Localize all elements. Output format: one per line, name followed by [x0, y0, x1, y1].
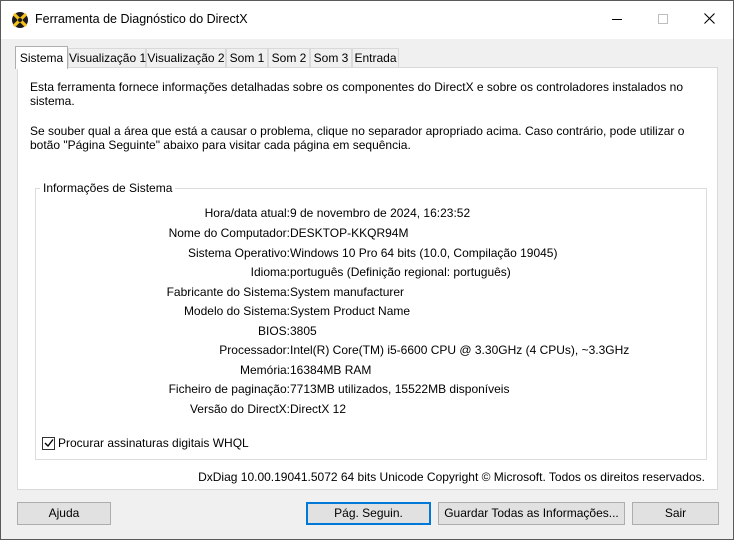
next-page-button[interactable]: Pág. Seguin.	[306, 502, 431, 525]
minimize-icon	[612, 13, 622, 27]
info-label: Fabricante do Sistema:	[166, 285, 290, 299]
copyright-text: DxDiag 10.00.19041.5072 64 bits Unicode …	[198, 470, 705, 484]
info-value: 16384MB RAM	[290, 363, 372, 377]
minimize-button[interactable]	[594, 1, 640, 39]
info-value: 3805	[290, 324, 317, 338]
info-row-computer-name: Nome do Computador: DESKTOP-KKQR94M	[36, 226, 708, 242]
tab-label: Som 2	[271, 51, 307, 65]
tab-label: Entrada	[354, 51, 397, 65]
info-value: Intel(R) Core(TM) i5-6600 CPU @ 3.30GHz …	[290, 343, 630, 357]
info-row-os: Sistema Operativo: Windows 10 Pro 64 bit…	[36, 246, 708, 262]
window-title: Ferramenta de Diagnóstico do DirectX	[35, 12, 248, 26]
whql-checkbox[interactable]	[42, 436, 55, 450]
info-label: Modelo do Sistema:	[183, 304, 290, 318]
info-row-pagefile: Ficheiro de paginação: 7713MB utilizados…	[36, 382, 708, 398]
info-row-memory: Memória: 16384MB RAM	[36, 363, 708, 379]
info-row-datetime: Hora/data atual: 9 de novembro de 2024, …	[36, 206, 708, 222]
help-button[interactable]: Ajuda	[17, 502, 111, 525]
info-label: Processador:	[219, 343, 290, 357]
tab-som-3[interactable]: Som 3	[310, 48, 352, 68]
whql-checkbox-row[interactable]: Procurar assinaturas digitais WHQL	[42, 436, 249, 450]
tab-label: Visualização 2	[147, 51, 225, 65]
intro-text: Esta ferramenta fornece informações deta…	[30, 80, 684, 108]
info-row-bios: BIOS: 3805	[36, 324, 708, 340]
info-label: Sistema Operativo:	[187, 246, 290, 260]
tab-visualizacao-1[interactable]: Visualização 1	[68, 48, 146, 68]
info-label: Memória:	[239, 363, 290, 377]
info-value: 7713MB utilizados, 15522MB disponíveis	[290, 382, 510, 396]
maximize-button[interactable]	[640, 1, 686, 39]
tab-label: Som 3	[313, 51, 349, 65]
info-value: DirectX 12	[290, 402, 347, 416]
maximize-icon	[658, 13, 668, 27]
tab-label: Som 1	[229, 51, 265, 65]
info-row-model: Modelo do Sistema: System Product Name	[36, 304, 708, 320]
info-label: Ficheiro de paginação:	[168, 382, 290, 396]
info-row-manufacturer: Fabricante do Sistema: System manufactur…	[36, 285, 708, 301]
info-row-language: Idioma: português (Definição regional: p…	[36, 265, 708, 281]
info-row-directx-version: Versão do DirectX: DirectX 12	[36, 402, 708, 418]
info-label: Versão do DirectX:	[189, 402, 290, 416]
dxdiag-window: Ferramenta de Diagnóstico do DirectX Sis…	[0, 0, 734, 540]
save-all-info-button[interactable]: Guardar Todas as Informações...	[438, 502, 625, 525]
tab-sistema[interactable]: Sistema	[15, 46, 68, 69]
tab-entrada[interactable]: Entrada	[352, 48, 399, 68]
info-row-processor: Processador: Intel(R) Core(TM) i5-6600 C…	[36, 343, 708, 359]
tab-som-2[interactable]: Som 2	[268, 48, 310, 68]
whql-checkbox-label[interactable]: Procurar assinaturas digitais WHQL	[58, 436, 249, 450]
tab-panel-sistema: Esta ferramenta fornece informações deta…	[17, 67, 718, 490]
info-label: BIOS:	[257, 324, 290, 338]
tab-label: Visualização 1	[69, 51, 147, 65]
info-value: System Product Name	[290, 304, 411, 318]
directx-icon	[11, 11, 29, 29]
exit-button[interactable]: Sair	[632, 502, 719, 525]
group-title: Informações de Sistema	[40, 181, 176, 195]
title-bar[interactable]: Ferramenta de Diagnóstico do DirectX	[1, 1, 733, 39]
info-value: português (Definição regional: português…	[290, 265, 511, 279]
info-value: System manufacturer	[290, 285, 405, 299]
intro-help-text: Se souber qual a área que está a causar …	[30, 124, 685, 152]
system-info-group: Informações de Sistema Hora/data atual: …	[35, 181, 708, 460]
close-icon	[703, 13, 715, 27]
tab-visualizacao-2[interactable]: Visualização 2	[146, 48, 226, 68]
info-label: Idioma:	[250, 265, 290, 279]
tab-label: Sistema	[19, 51, 64, 65]
info-value: DESKTOP-KKQR94M	[290, 226, 409, 240]
info-value: 9 de novembro de 2024, 16:23:52	[290, 206, 471, 220]
info-label: Nome do Computador:	[168, 226, 290, 240]
checkmark-icon	[44, 439, 54, 448]
info-label: Hora/data atual:	[204, 206, 290, 220]
close-button[interactable]	[686, 1, 732, 39]
info-value: Windows 10 Pro 64 bits (10.0, Compilação…	[290, 246, 558, 260]
tab-som-1[interactable]: Som 1	[226, 48, 268, 68]
